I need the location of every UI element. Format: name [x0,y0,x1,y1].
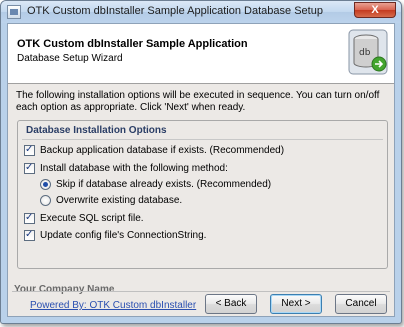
powered-by-link[interactable]: Powered By: OTK Custom dbInstaller [30,300,196,311]
title-bar[interactable]: OTK Custom dbInstaller Sample Applicatio… [1,1,401,23]
option-label: Install database with the following meth… [40,163,228,174]
header-title: OTK Custom dbInstaller Sample Applicatio… [17,38,248,50]
close-button[interactable]: X [354,2,396,18]
option-label: Execute SQL script file. [40,213,144,224]
database-icon-label: db [359,48,371,58]
option-label: Update config file's ConnectionString. [40,230,207,241]
footer-divider [12,291,390,292]
wizard-body: OTK Custom dbInstaller Sample Applicatio… [7,23,395,317]
install-checkbox[interactable] [24,162,35,174]
group-divider [22,139,383,140]
skip-radio[interactable] [40,179,51,190]
execute-sql-checkbox[interactable] [24,212,35,224]
options-group: Database Installation Options Backup app… [17,120,388,269]
app-icon [7,5,21,19]
options-group-title: Database Installation Options [26,125,167,136]
company-name: Your Company Name [14,284,115,295]
option-label: Backup application database if exists. (… [40,145,285,156]
cancel-button[interactable]: Cancel [335,294,387,314]
backup-checkbox[interactable] [24,144,35,156]
option-label: Skip if database already exists. (Recomm… [56,179,272,190]
overwrite-radio[interactable] [40,195,51,206]
back-button[interactable]: < Back [205,294,257,314]
intro-text: The following installation options will … [16,90,380,113]
next-button[interactable]: Next > [270,294,322,314]
wizard-header: OTK Custom dbInstaller Sample Applicatio… [8,24,394,84]
update-config-checkbox[interactable] [24,229,35,241]
header-subtitle: Database Setup Wizard [17,53,123,64]
window-title: OTK Custom dbInstaller Sample Applicatio… [27,5,323,17]
wizard-window: OTK Custom dbInstaller Sample Applicatio… [0,0,402,324]
option-label: Overwrite existing database. [56,195,183,206]
database-icon: db [348,29,388,75]
